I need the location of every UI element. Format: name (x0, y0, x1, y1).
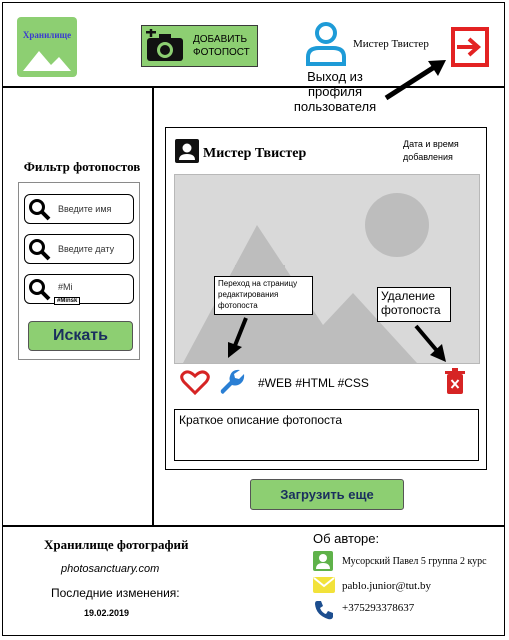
user-icon[interactable] (305, 21, 347, 67)
tag-input-value: #Mi (58, 282, 73, 292)
like-heart-icon[interactable] (180, 369, 210, 395)
logout-annotation: Выход из профиля пользователя (293, 69, 377, 114)
name-search-field[interactable]: Введите имя (24, 194, 134, 224)
footer-divider (3, 525, 504, 527)
search-icon (29, 279, 51, 301)
search-icon (29, 239, 51, 261)
post-date: Дата и время добавления (403, 139, 459, 162)
post-tags[interactable]: #WEB #HTML #CSS (258, 376, 369, 390)
header-divider (3, 86, 504, 88)
date-placeholder: Введите дату (58, 244, 115, 254)
tag-suggestion[interactable]: #Minsk (54, 297, 81, 305)
footer-title: Хранилище фотографий (44, 537, 189, 552)
mail-icon (313, 577, 335, 593)
mountain-icon (23, 51, 71, 71)
filter-panel: Введите имя Введите дату #Mi Искать (18, 182, 140, 360)
filter-title: Фильтр фотопостов (23, 159, 141, 174)
footer-author: Мусорский Павел 5 группа 2 курс (342, 556, 487, 567)
author-avatar-icon (175, 139, 199, 163)
load-more-button[interactable]: Загрузить еще (250, 479, 404, 510)
delete-callout: Удаление фотопоста (377, 287, 451, 322)
person-icon (313, 551, 333, 571)
header-user-name: Мистер Твистер (353, 38, 429, 50)
footer-changes-date: 19.02.2019 (84, 608, 130, 618)
sidebar-divider (152, 87, 154, 526)
add-photo-icon (146, 29, 183, 61)
logo[interactable]: Хранилище (17, 17, 77, 77)
edit-arrow (228, 317, 248, 358)
search-button[interactable]: Искать (28, 321, 133, 351)
post-description: Краткое описание фотопоста (174, 409, 479, 461)
post-author: Мистер Твистер (203, 146, 307, 161)
edit-callout: Переход на страницу редактирования фотопос… (214, 276, 313, 315)
footer-site[interactable]: photosanctuary.com (61, 563, 159, 575)
search-icon (29, 199, 51, 221)
edit-wrench-icon[interactable] (218, 368, 246, 396)
date-search-field[interactable]: Введите дату (24, 234, 134, 264)
logout-icon[interactable] (449, 26, 491, 68)
delete-arrow (414, 324, 446, 362)
add-photopost-button[interactable]: ДОБАВИТЬ ФОТОПОСТ (141, 25, 258, 67)
footer-about-label: Об авторе: (313, 531, 380, 546)
phone-icon (315, 601, 333, 620)
footer-email[interactable]: pablo.junior@tut.by (342, 580, 431, 592)
footer-changes-label: Последние изменения: (51, 586, 180, 600)
name-placeholder: Введите имя (58, 204, 112, 214)
footer-phone[interactable]: +375293378637 (342, 602, 414, 614)
logout-arrow (384, 60, 446, 101)
logo-text: Хранилище (22, 30, 72, 40)
delete-trash-icon[interactable] (444, 368, 466, 395)
add-photopost-label: ДОБАВИТЬ ФОТОПОСТ (193, 34, 250, 58)
